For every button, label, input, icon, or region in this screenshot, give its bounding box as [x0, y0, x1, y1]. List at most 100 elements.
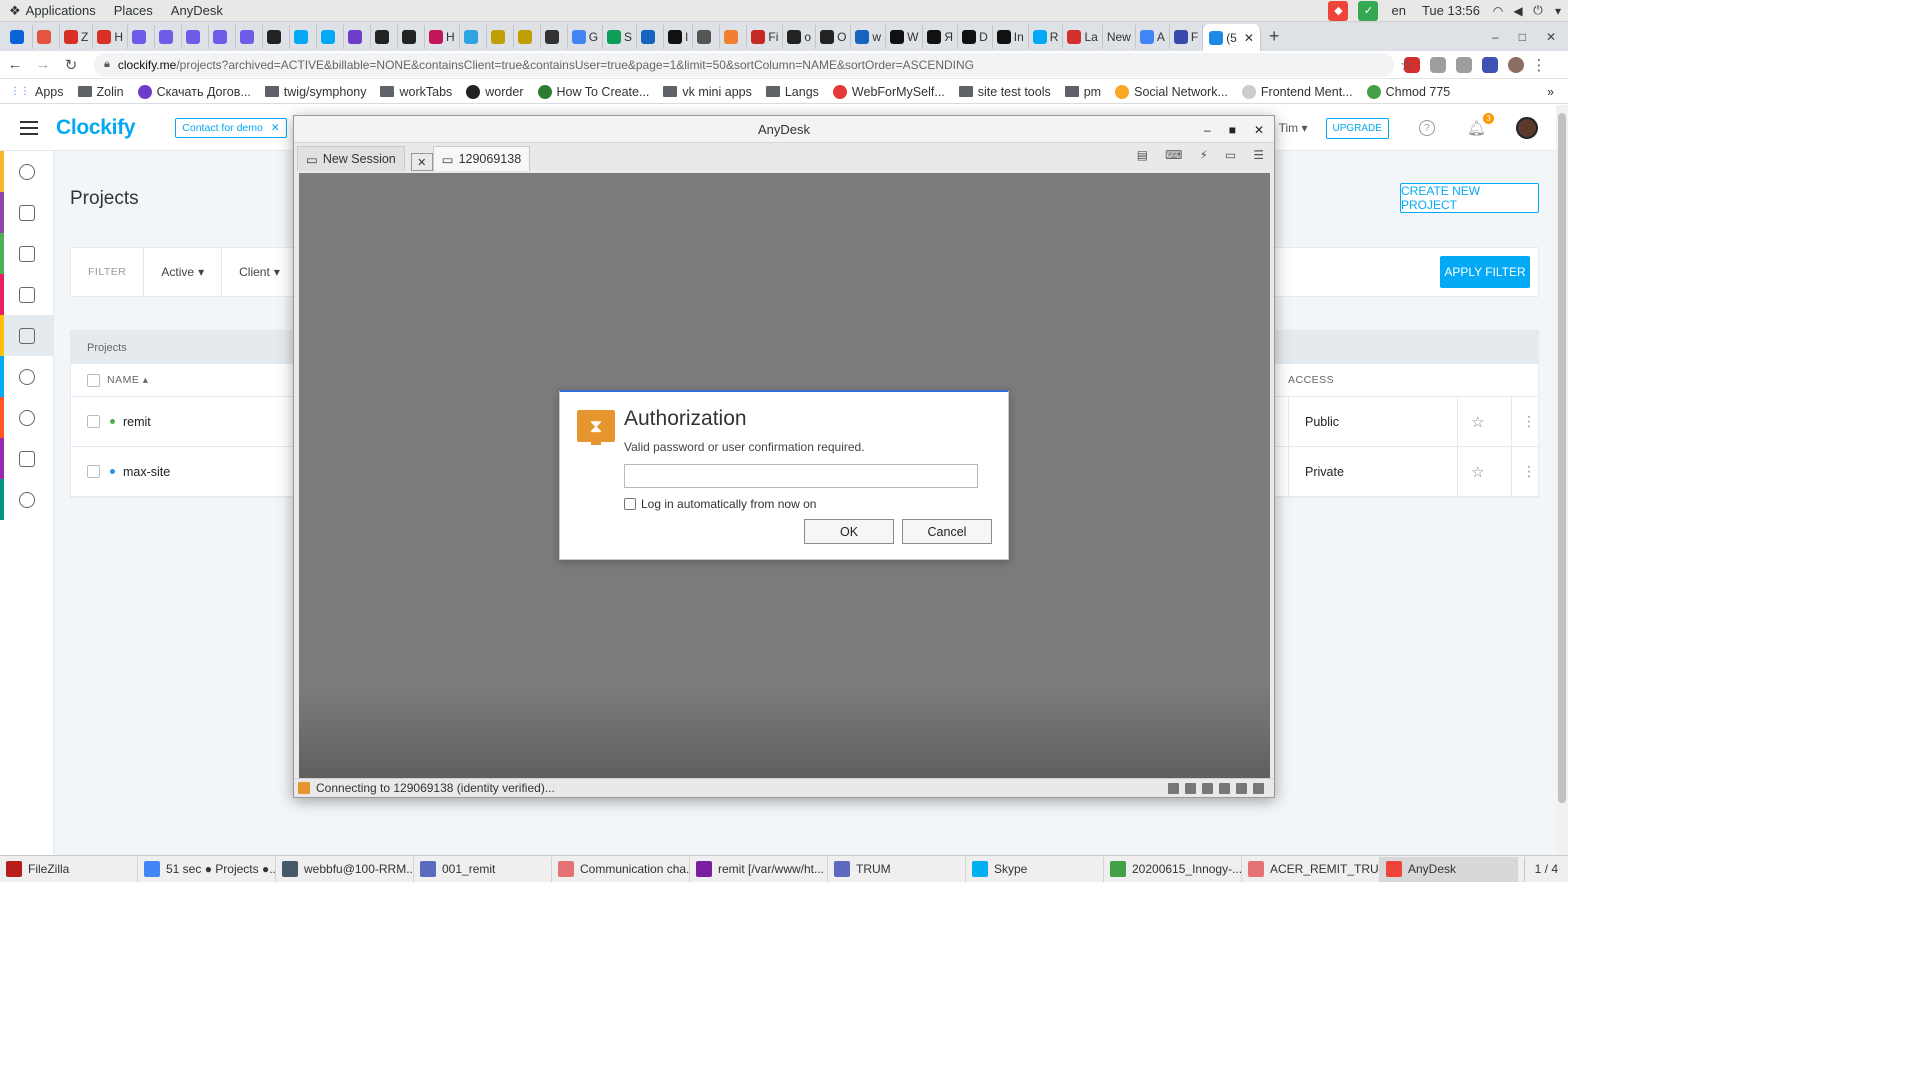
- power-icon[interactable]: ⏻: [1528, 3, 1548, 18]
- more-options-icon[interactable]: ⋮: [1511, 446, 1536, 497]
- favorite-star-icon[interactable]: ☆: [1471, 463, 1484, 481]
- chevron-down-icon[interactable]: ▾: [1548, 4, 1568, 18]
- browser-tab[interactable]: [398, 24, 426, 49]
- tab-new-session[interactable]: ▭ New Session: [297, 146, 405, 171]
- clockify-logo[interactable]: Clockify: [56, 116, 136, 140]
- reload-icon[interactable]: ↻: [58, 56, 84, 74]
- bookmark-item[interactable]: worder: [466, 84, 524, 99]
- wifi-icon[interactable]: ◠: [1488, 4, 1508, 18]
- contact-demo-button[interactable]: Contact for demo ✕: [175, 117, 287, 138]
- maximize-icon[interactable]: ■: [1229, 123, 1236, 137]
- browser-tab[interactable]: [487, 24, 514, 49]
- taskbar-item[interactable]: Communication cha...: [552, 856, 690, 882]
- project-name[interactable]: max-site: [123, 465, 170, 479]
- bookmark-item[interactable]: How To Create...: [537, 84, 649, 99]
- scrollbar-thumb[interactable]: [1558, 113, 1566, 803]
- browser-tab[interactable]: [33, 24, 60, 49]
- bookmark-item[interactable]: Скачать Догов...: [137, 84, 251, 99]
- actions-icon[interactable]: ⚡︎: [1199, 148, 1207, 162]
- create-new-project-button[interactable]: CREATE NEW PROJECT: [1400, 183, 1539, 213]
- forward-icon[interactable]: →: [30, 56, 56, 73]
- browser-tab[interactable]: [514, 24, 541, 49]
- keyboard-icon[interactable]: ⌨: [1165, 148, 1182, 162]
- project-name[interactable]: remit: [123, 415, 151, 429]
- taskbar-item[interactable]: AnyDesk: [1380, 856, 1518, 882]
- close-icon[interactable]: ✕: [271, 122, 280, 134]
- browser-tab[interactable]: O: [816, 24, 852, 49]
- sidebar-item-team[interactable]: [0, 356, 53, 397]
- active-app-menu[interactable]: AnyDesk: [162, 3, 232, 18]
- lock-icon[interactable]: 🔒︎: [104, 58, 110, 71]
- anydesk-tray-icon[interactable]: ◆: [1328, 0, 1349, 21]
- ok-button[interactable]: OK: [804, 519, 894, 544]
- status-icon[interactable]: [1168, 782, 1179, 794]
- bookmark-folder[interactable]: vk mini apps: [663, 85, 752, 99]
- more-options-icon[interactable]: ⋮: [1511, 396, 1536, 447]
- bookmark-folder[interactable]: workTabs: [380, 85, 452, 99]
- browser-tab[interactable]: La: [1063, 24, 1103, 49]
- checkbox[interactable]: [624, 498, 636, 510]
- status-icon[interactable]: [1219, 782, 1230, 794]
- new-tab-button[interactable]: +: [1269, 26, 1280, 47]
- taskbar-item[interactable]: ACER_REMIT_TRU...: [1242, 856, 1380, 882]
- browser-tab[interactable]: [128, 24, 156, 49]
- browser-tab[interactable]: [460, 24, 487, 49]
- browser-tab[interactable]: D: [958, 24, 993, 49]
- taskbar-item[interactable]: 51 sec ● Projects ●...: [138, 856, 276, 882]
- sidebar-item-settings[interactable]: [0, 479, 53, 520]
- status-icon[interactable]: [1253, 782, 1264, 794]
- status-filter-dropdown[interactable]: Active ▾: [144, 247, 223, 297]
- browser-tab[interactable]: [155, 24, 183, 49]
- browser-tab[interactable]: [182, 24, 210, 49]
- bookmark-star-icon[interactable]: ☆: [1400, 56, 1413, 74]
- avatar[interactable]: [1516, 117, 1538, 139]
- sidebar-item-projects[interactable]: [0, 315, 53, 356]
- name-column-header[interactable]: NAME ▴: [107, 374, 149, 386]
- browser-tab[interactable]: H: [425, 24, 460, 49]
- browser-tab[interactable]: [209, 24, 237, 49]
- close-tab-icon[interactable]: ✕: [1244, 31, 1254, 45]
- browser-tab[interactable]: [263, 24, 291, 49]
- sidebar-item-clients[interactable]: [0, 397, 53, 438]
- favorite-star-icon[interactable]: ☆: [1471, 413, 1484, 431]
- lock-icon[interactable]: [1202, 782, 1213, 794]
- sidebar-item-calendar[interactable]: [0, 192, 53, 233]
- row-checkbox[interactable]: [87, 415, 100, 428]
- back-icon[interactable]: ←: [2, 56, 28, 73]
- extension-icon[interactable]: [1482, 56, 1498, 73]
- sidebar-item-time-tracker[interactable]: [0, 151, 53, 192]
- chat-icon[interactable]: ▤: [1137, 148, 1148, 162]
- auto-login-checkbox[interactable]: Log in automatically from now on: [624, 497, 816, 511]
- hamburger-menu-icon[interactable]: [20, 120, 38, 135]
- sidebar-item-dashboard[interactable]: [0, 233, 53, 274]
- display-icon[interactable]: ▭: [1225, 148, 1236, 162]
- check-tray-icon[interactable]: ✓: [1358, 0, 1379, 21]
- close-tab-icon[interactable]: ✕: [410, 153, 433, 171]
- bookmark-item[interactable]: ⋮⋮ Apps: [10, 85, 64, 99]
- anydesk-titlebar[interactable]: AnyDesk ‒ ■ ✕: [294, 116, 1274, 143]
- taskbar-item[interactable]: 20200615_Innogy-...: [1104, 856, 1242, 882]
- bookmark-folder[interactable]: Langs: [765, 85, 819, 99]
- browser-tab[interactable]: I: [664, 24, 694, 49]
- browser-tab[interactable]: Fi: [747, 24, 784, 49]
- browser-tab[interactable]: Z: [60, 24, 94, 49]
- bookmark-folder[interactable]: pm: [1064, 85, 1101, 99]
- browser-tab[interactable]: [290, 24, 318, 49]
- applications-menu[interactable]: ❖ Applications: [0, 3, 105, 19]
- clock[interactable]: Tue 13:56: [1414, 3, 1488, 18]
- bookmark-item[interactable]: WebForMySelf...: [832, 84, 945, 99]
- browser-tab[interactable]: [720, 24, 748, 49]
- workspace-dropdown[interactable]: Tim ▾: [1279, 121, 1308, 135]
- extension-icon[interactable]: [1430, 56, 1446, 73]
- browser-tab[interactable]: (5 ✕: [1203, 24, 1261, 51]
- bookmark-folder[interactable]: site test tools: [958, 85, 1051, 99]
- upgrade-button[interactable]: UPGRADE: [1325, 117, 1389, 139]
- client-filter-dropdown[interactable]: Client ▾: [222, 247, 298, 297]
- address-bar[interactable]: 🔒︎ clockify.me /projects?archived=ACTIVE…: [94, 52, 1413, 77]
- browser-tab[interactable]: [371, 24, 399, 49]
- bookmark-item[interactable]: Chmod 775: [1366, 84, 1450, 99]
- browser-tab[interactable]: R: [1029, 24, 1064, 49]
- browser-tab[interactable]: S: [603, 24, 638, 49]
- browser-tab[interactable]: o: [783, 24, 817, 49]
- bookmarks-overflow-icon[interactable]: »: [1547, 85, 1568, 99]
